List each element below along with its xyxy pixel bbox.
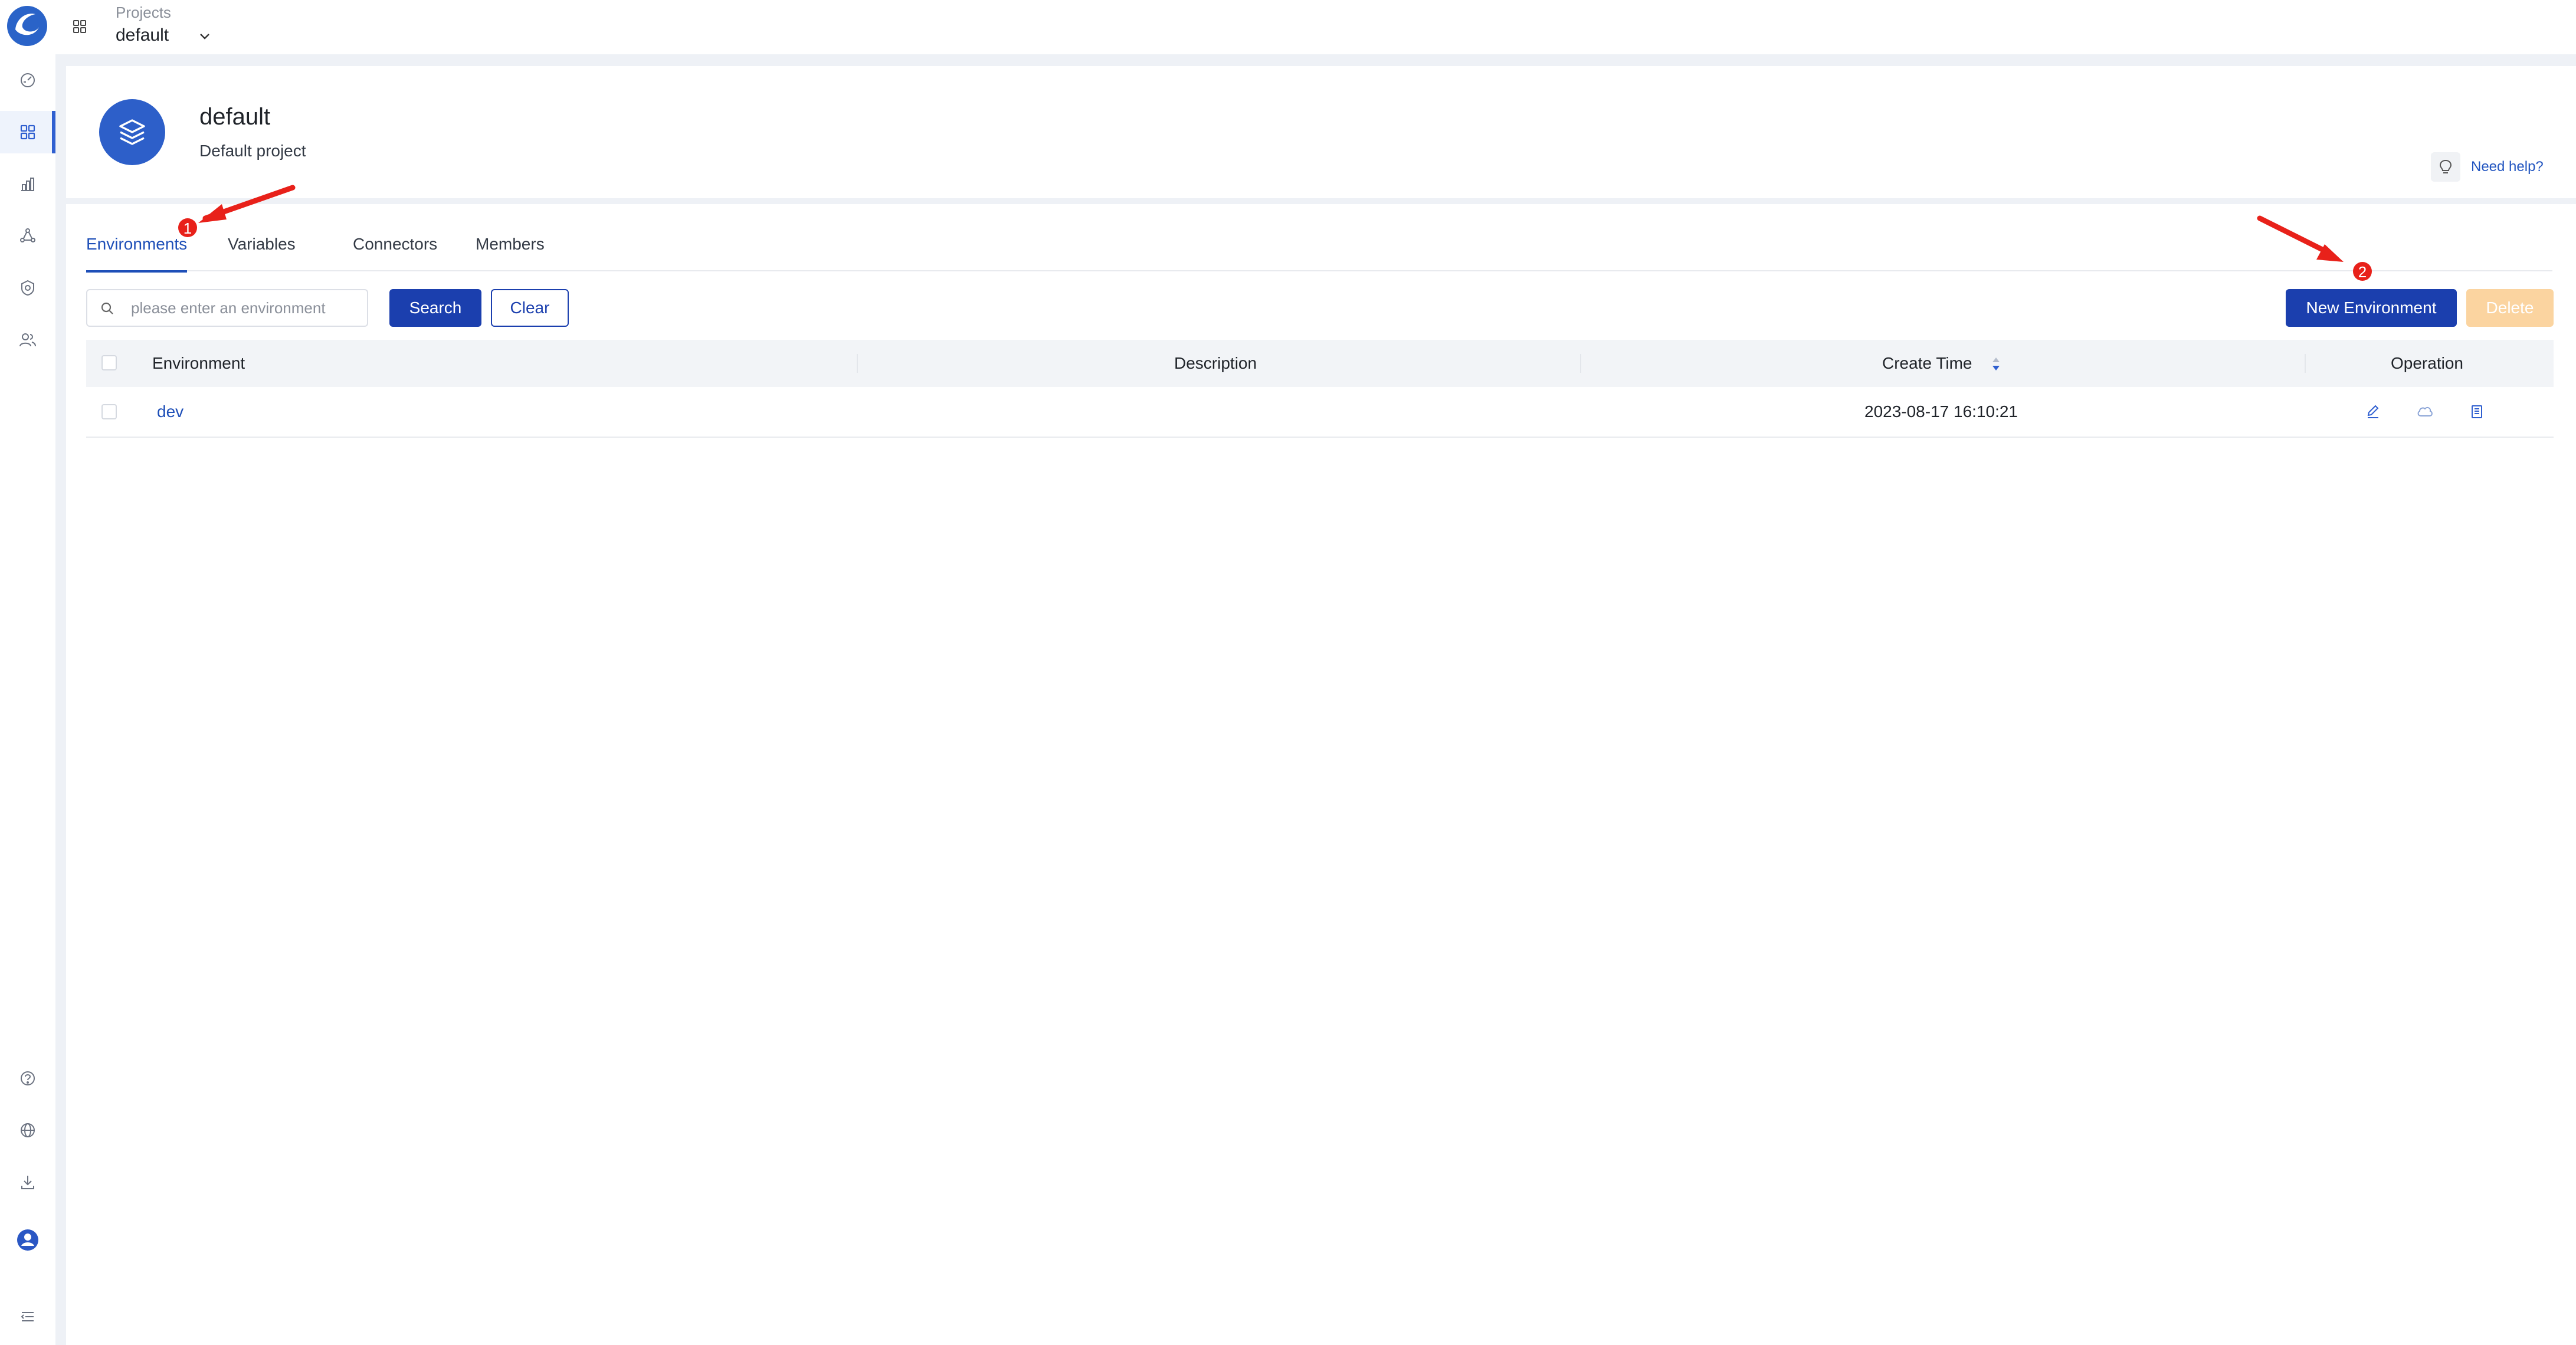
column-divider — [1580, 354, 1581, 373]
project-title: default — [199, 104, 271, 130]
new-environment-button[interactable]: New Environment — [2286, 289, 2457, 327]
layers-icon — [116, 116, 149, 149]
app-grid-icon[interactable] — [70, 17, 90, 37]
tab-environments[interactable]: Environments — [86, 234, 188, 273]
clear-button[interactable]: Clear — [491, 289, 569, 327]
environment-search-field — [86, 289, 368, 327]
environment-search-input[interactable] — [131, 296, 361, 320]
environment-name-link[interactable]: dev — [157, 387, 183, 437]
column-operation: Operation — [2391, 354, 2463, 372]
current-project-name: default — [116, 25, 169, 45]
column-description: Description — [1174, 354, 1257, 372]
resources-chart-icon — [19, 175, 37, 193]
tab-members[interactable]: Members — [476, 234, 545, 271]
environment-create-time: 2023-08-17 16:10:21 — [1864, 402, 2018, 421]
sidebar-item-resources[interactable] — [0, 163, 55, 205]
delete-row-icon[interactable] — [2467, 402, 2486, 421]
projects-grid-icon — [19, 123, 37, 141]
table-header: Environment Description Create Time Oper… — [86, 340, 2554, 387]
user-avatar-icon — [16, 1228, 40, 1252]
collapse-menu-icon — [19, 1308, 36, 1325]
sidebar-item-dashboard[interactable] — [0, 59, 55, 101]
row-checkbox[interactable] — [101, 404, 117, 419]
column-create-time: Create Time — [1882, 354, 1972, 372]
sidebar-item-security[interactable] — [0, 267, 55, 309]
cloud-icon[interactable] — [2416, 402, 2434, 421]
security-settings-icon — [19, 279, 37, 297]
app-logo[interactable] — [5, 4, 50, 48]
tab-variables[interactable]: Variables — [228, 234, 296, 271]
sidebar-item-help[interactable] — [0, 1057, 55, 1100]
sidebar-item-user[interactable] — [0, 1219, 55, 1261]
dashboard-icon — [19, 71, 37, 89]
data-quality-icon — [19, 227, 37, 245]
select-all-checkbox[interactable] — [101, 355, 117, 370]
delete-button[interactable]: Delete — [2466, 289, 2554, 327]
chevron-down-icon — [198, 29, 211, 42]
column-environment: Environment — [152, 354, 245, 372]
sidebar-item-language[interactable] — [0, 1109, 55, 1152]
top-bar: Projects default — [0, 0, 2576, 54]
download-icon — [19, 1173, 37, 1191]
project-avatar — [99, 99, 165, 165]
search-button[interactable]: Search — [389, 289, 481, 327]
sidebar-item-users[interactable] — [0, 319, 55, 361]
main-content-card: Environments Variables Connectors Member… — [66, 204, 2576, 1345]
table-row: dev 2023-08-17 16:10:21 — [86, 387, 2554, 438]
project-header-card: default Default project Need help? — [66, 66, 2576, 198]
tab-bar: Environments Variables Connectors Member… — [86, 228, 2552, 273]
projects-label: Projects — [116, 4, 171, 21]
search-icon — [100, 301, 114, 316]
sidebar-item-collapse[interactable] — [0, 1295, 55, 1338]
users-icon — [19, 331, 37, 349]
language-globe-icon — [19, 1121, 37, 1139]
lightbulb-icon — [2431, 152, 2460, 182]
project-selector[interactable]: default — [116, 22, 222, 48]
column-divider — [2305, 354, 2306, 373]
sidebar-item-projects[interactable] — [0, 111, 55, 153]
tab-connectors[interactable]: Connectors — [353, 234, 437, 271]
edit-icon[interactable] — [2364, 402, 2382, 421]
need-help-label: Need help? — [2471, 159, 2544, 175]
help-icon — [19, 1070, 37, 1087]
environments-table: Environment Description Create Time Oper… — [86, 340, 2554, 438]
project-description: Default project — [199, 142, 306, 160]
need-help-link[interactable]: Need help? — [2431, 152, 2572, 182]
sort-icon[interactable] — [1991, 355, 2001, 373]
column-divider — [857, 354, 858, 373]
sidebar-item-data-quality[interactable] — [0, 215, 55, 257]
sidebar-item-download[interactable] — [0, 1161, 55, 1203]
